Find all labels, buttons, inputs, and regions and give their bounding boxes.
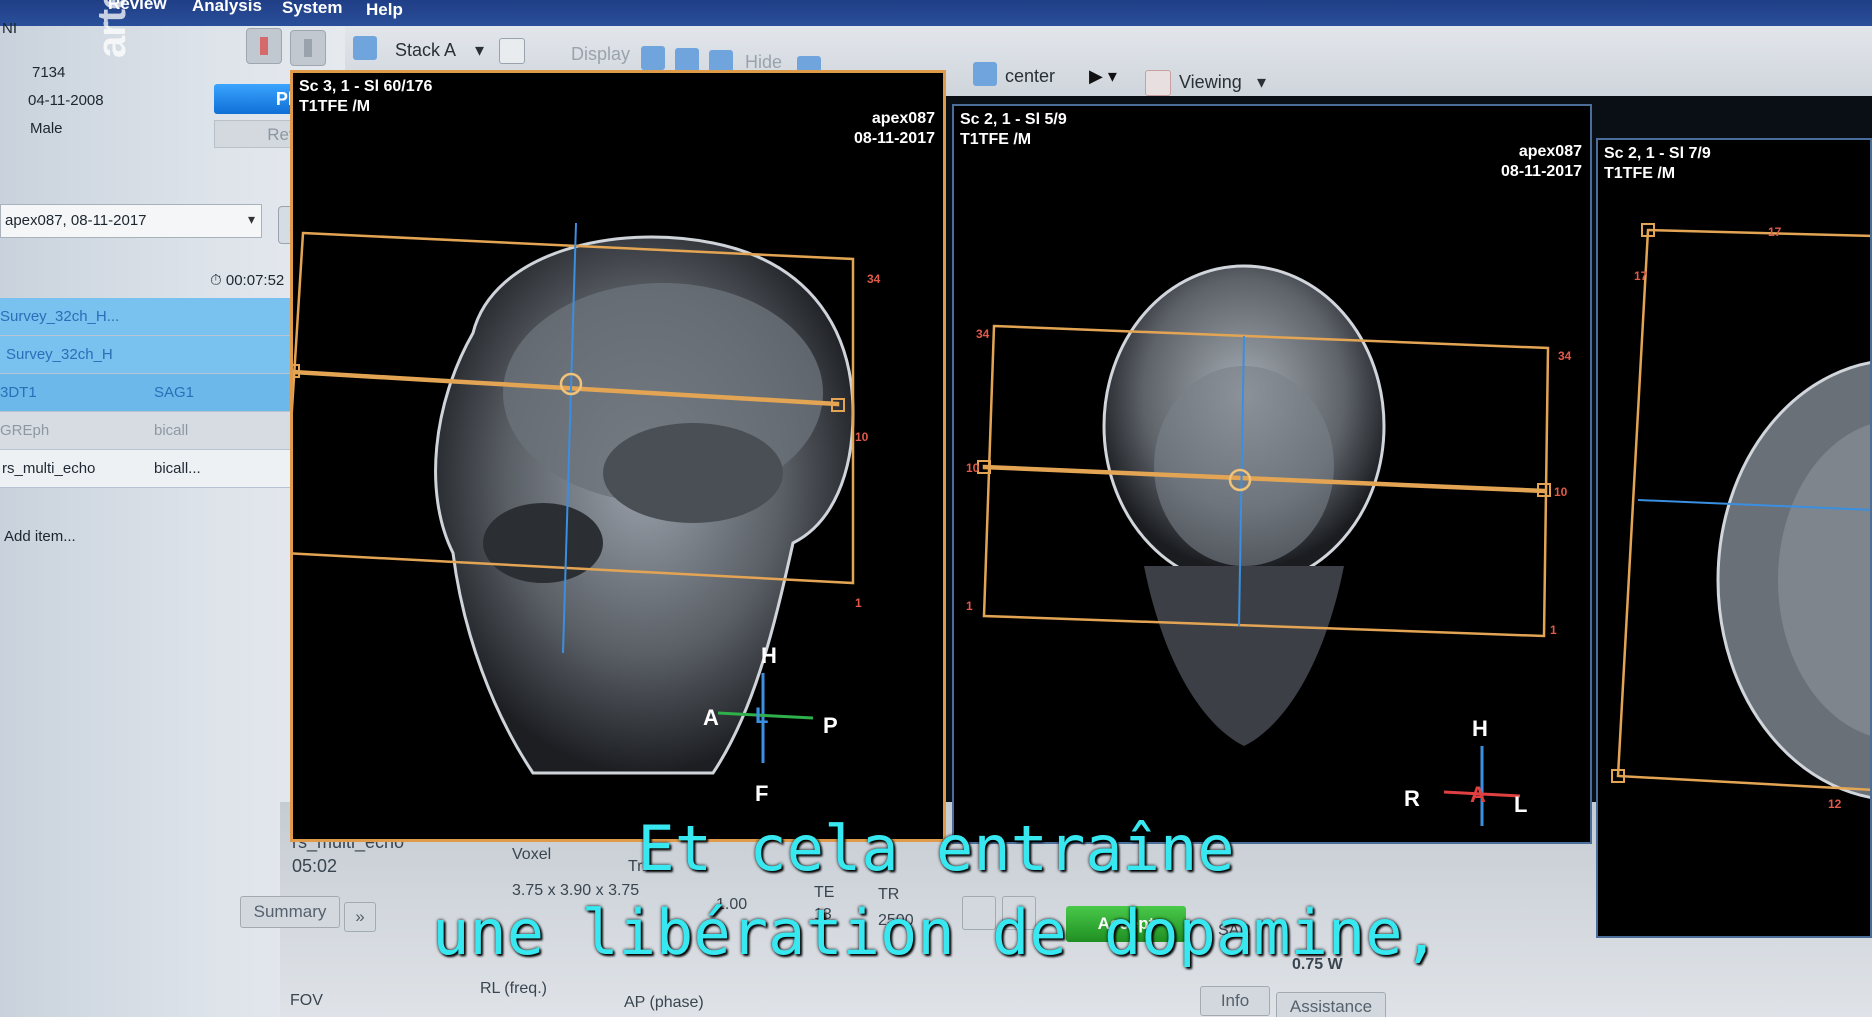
menu-bar: Review Analysis System Help xyxy=(0,0,1872,26)
mri-console-screen: Review Analysis System Help NI 7134 04-1… xyxy=(0,0,1872,1017)
sequence-label: T1TFE /M xyxy=(960,131,1032,148)
subtitle-line-2: une libération de dopamine, xyxy=(432,896,1440,969)
sequence-label: T1TFE /M xyxy=(299,98,371,115)
pause-button[interactable] xyxy=(290,30,326,66)
viewport-series-info: Sc 3, 1 - Sl 60/176 T1TFE /M xyxy=(299,77,432,117)
box-label: 17 xyxy=(1768,225,1782,239)
viewport-patient-info: apex087 08-11-2017 xyxy=(854,109,935,149)
ap-phase-label: AP (phase) xyxy=(624,994,704,1011)
scan-row[interactable]: rs_multi_echo bicall... xyxy=(0,450,310,488)
chevron-down-icon: ▾ xyxy=(247,211,255,227)
box-label: 17 xyxy=(1634,269,1648,283)
subtitle-line-1: Et cela entraîne xyxy=(637,812,1235,885)
box-label: 10 xyxy=(855,430,869,444)
scan-row[interactable]: Survey_32ch_H xyxy=(0,336,310,374)
scan-row[interactable]: GREph bicall xyxy=(0,412,310,450)
scan-name: 3DT1 xyxy=(0,384,37,401)
box-label: 10 xyxy=(1554,485,1568,499)
patient-birthdate: 04-11-2008 xyxy=(28,92,104,109)
sequence-label: T1TFE /M xyxy=(1604,165,1676,182)
patient-sex: Male xyxy=(30,120,63,137)
play-icon[interactable]: ▶ ▾ xyxy=(1089,66,1117,87)
orientation-left: R xyxy=(1404,786,1420,811)
stopwatch-icon: ⏱ xyxy=(210,272,222,289)
box-label: 1 xyxy=(1550,623,1557,637)
viewport-sagittal[interactable]: Sc 3, 1 - Sl 60/176 T1TFE /M apex087 08-… xyxy=(290,70,946,842)
stack-selector[interactable]: Stack A xyxy=(395,40,456,61)
pencil-icon[interactable] xyxy=(641,46,665,70)
elapsed-time: 00:07:52 xyxy=(225,272,285,289)
series-label: Sc 2, 1 - Sl 5/9 xyxy=(960,111,1067,128)
orientation-center: L xyxy=(755,703,769,728)
box-label: 1 xyxy=(966,599,973,613)
scan-value: bicall... xyxy=(154,460,201,477)
stop-icon xyxy=(260,37,268,55)
viewport-patient-info: apex087 08-11-2017 xyxy=(1501,142,1582,182)
copy-icon[interactable] xyxy=(499,38,525,64)
menu-item-analysis[interactable]: Analysis xyxy=(192,0,262,16)
orientation-center: A xyxy=(1470,782,1486,807)
fov-label: FOV xyxy=(290,992,323,1009)
scan-name: Survey_32ch_H... xyxy=(0,308,120,325)
chevron-down-icon[interactable]: ▾ xyxy=(475,40,484,61)
box-label: 12 xyxy=(1828,797,1842,811)
series-label: Sc 2, 1 - Sl 7/9 xyxy=(1604,145,1711,162)
exam-selector-value: apex087, 08-11-2017 xyxy=(5,212,147,229)
scan-queue: Survey_32ch_H... Survey_32ch_H 3DT1 SAG1… xyxy=(0,298,310,488)
orientation-top: H xyxy=(761,643,777,668)
display-button[interactable]: Display xyxy=(571,44,630,65)
orientation-left: A xyxy=(703,705,719,730)
info-tab[interactable]: Info xyxy=(1200,986,1270,1016)
chevron-down-icon[interactable]: ▾ xyxy=(1257,72,1266,93)
elapsed-timer: ⏱ 00:07:52 xyxy=(210,272,284,289)
center-button[interactable]: center xyxy=(1005,66,1055,87)
viewport-coronal[interactable]: Sc 2, 1 - Sl 5/9 T1TFE /M apex087 08-11-… xyxy=(952,104,1592,844)
panel-tag: NI xyxy=(2,20,17,37)
scan-name: GREph xyxy=(0,422,50,439)
orientation-right: P xyxy=(823,713,838,738)
viewport-series-info: Sc 2, 1 - Sl 5/9 T1TFE /M xyxy=(960,110,1067,150)
scan-date: 08-11-2017 xyxy=(854,130,935,147)
viewing-mode-selector[interactable]: Viewing xyxy=(1179,72,1242,93)
scan-name: rs_multi_echo xyxy=(2,460,96,477)
scan-value: bicall xyxy=(154,422,189,439)
viewing-icon xyxy=(1145,70,1171,96)
coronal-mri-image[interactable] xyxy=(954,106,1590,842)
pause-icon xyxy=(304,39,312,57)
scan-value: SAG1 xyxy=(154,384,195,401)
orientation-bottom: F xyxy=(755,781,769,806)
viewport-series-info: Sc 2, 1 - Sl 7/9 T1TFE /M xyxy=(1604,144,1711,184)
patient-code: apex087 xyxy=(871,110,935,127)
exam-selector[interactable]: apex087, 08-11-2017 ▾ xyxy=(0,204,262,238)
stack-icon xyxy=(353,36,377,60)
orientation-top: H xyxy=(1472,716,1488,741)
series-label: Sc 3, 1 - Sl 60/176 xyxy=(299,78,433,95)
scan-row[interactable]: 3DT1 SAG1 xyxy=(0,374,310,412)
cube-icon[interactable] xyxy=(675,48,699,72)
add-item-link[interactable]: Add item... xyxy=(4,528,76,545)
scan-name: Survey_32ch_H xyxy=(6,346,113,363)
scan-date: 08-11-2017 xyxy=(1501,163,1582,180)
patient-code: apex087 xyxy=(1518,143,1582,160)
box-label: 34 xyxy=(1558,349,1572,363)
channel-watermark: arte xyxy=(90,0,134,58)
assistance-tab[interactable]: Assistance xyxy=(1276,992,1386,1017)
menu-item-help[interactable]: Help xyxy=(366,0,403,20)
rl-freq-label: RL (freq.) xyxy=(480,980,547,997)
center-icon xyxy=(973,62,997,86)
patient-id: 7134 xyxy=(32,64,66,81)
box-label: 10 xyxy=(966,461,980,475)
sagittal-mri-image[interactable] xyxy=(293,73,943,839)
box-label: 34 xyxy=(976,327,990,341)
stop-button[interactable] xyxy=(246,28,282,64)
scan-row[interactable]: Survey_32ch_H... xyxy=(0,298,310,336)
menu-item-system[interactable]: System xyxy=(282,0,342,18)
box-label: 1 xyxy=(855,596,862,610)
box-label: 34 xyxy=(867,272,881,286)
